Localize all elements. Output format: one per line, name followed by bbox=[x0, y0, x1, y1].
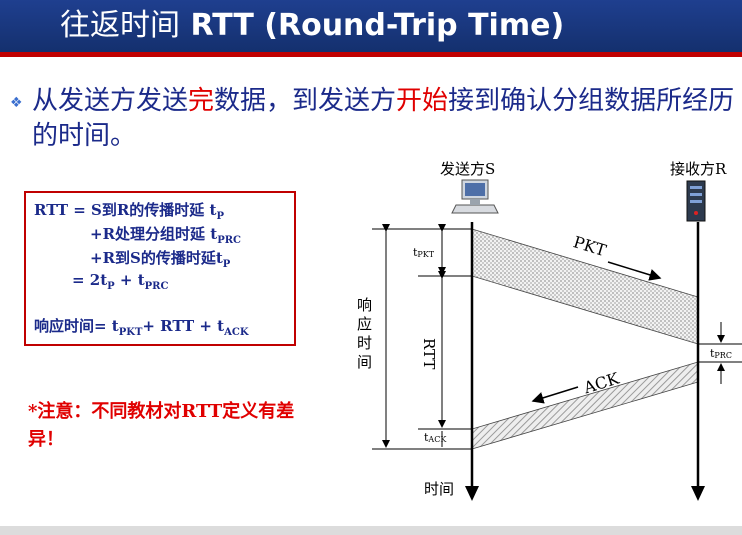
ack-direction-arrow bbox=[531, 386, 579, 404]
sender-label: 发送方S bbox=[440, 160, 495, 178]
rtt-timing-diagram: 发送方S 接收方R PKT ACK RTT 时间 tPKT tACK tPRC bbox=[372, 160, 742, 501]
rtt-label: RTT bbox=[420, 338, 438, 369]
footer-bar bbox=[0, 526, 742, 535]
computer-icon bbox=[451, 179, 499, 214]
receiver-timeline-arrow bbox=[691, 486, 705, 501]
response-time-label: 响应时间 bbox=[357, 296, 373, 371]
pkt-label: PKT bbox=[571, 232, 609, 260]
t-prc-label: tPRC bbox=[710, 347, 732, 360]
time-label: 时间 bbox=[424, 480, 454, 498]
t-pkt-label: tPKT bbox=[413, 246, 435, 259]
ack-band bbox=[471, 361, 699, 450]
sender-timeline-arrow bbox=[465, 486, 479, 501]
server-icon bbox=[686, 180, 706, 222]
t-ack-label: tACK bbox=[424, 431, 447, 444]
receiver-label: 接收方R bbox=[670, 160, 727, 178]
